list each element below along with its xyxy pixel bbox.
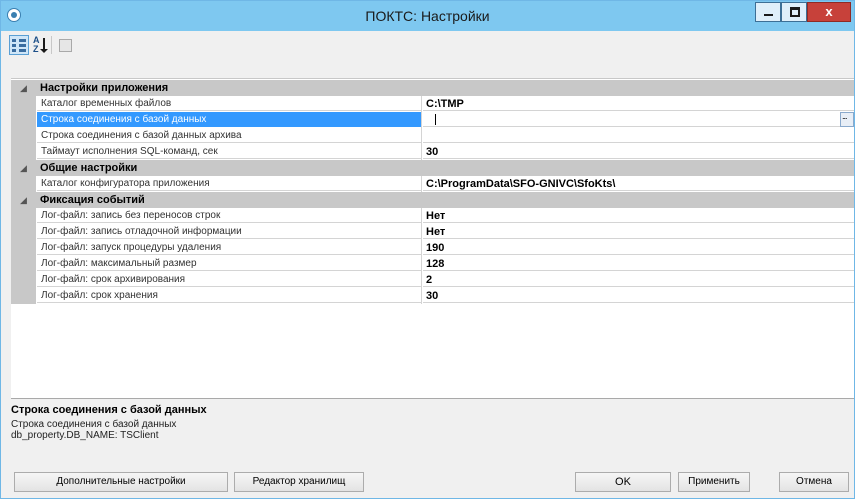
row-gutter	[11, 112, 36, 128]
property-value[interactable]: 30	[423, 144, 854, 159]
property-value[interactable]: C:\TMP	[423, 96, 854, 111]
dialog-buttons: Дополнительные настройки Редактор хранил…	[1, 464, 854, 498]
property-grid-toolbar: A Z	[5, 33, 845, 57]
property-name[interactable]: Таймаут исполнения SQL-команд, сек	[37, 144, 421, 159]
categorized-view-button[interactable]	[9, 35, 29, 55]
property-value[interactable]: Нет	[423, 224, 854, 239]
property-name[interactable]: Каталог временных файлов	[37, 96, 421, 111]
category-label: Общие настройки	[40, 162, 138, 174]
text-caret	[435, 114, 436, 125]
title-bar[interactable]: ПОКТС: Настройки x	[1, 1, 854, 31]
storage-editor-button[interactable]: Редактор хранилищ	[234, 472, 364, 492]
property-name[interactable]: Строка соединения с базой данных	[37, 112, 421, 127]
description-property-id: db_property.DB_NAME: TSClient	[11, 430, 159, 441]
category-row[interactable]: ◢ Общие настройки	[11, 160, 854, 176]
property-name[interactable]: Лог-файл: запись без переносов строк	[37, 208, 421, 223]
description-panel: Строка соединения с базой данных Строка …	[11, 398, 854, 457]
property-name[interactable]: Лог-файл: срок архивирования	[37, 272, 421, 287]
description-text: Строка соединения с базой данных	[11, 419, 177, 430]
row-gutter	[11, 96, 36, 112]
property-row[interactable]: Каталог временных файлов C:\TMP	[11, 96, 854, 112]
connection-string-input[interactable]	[423, 112, 854, 127]
property-value[interactable]: Нет	[423, 208, 854, 223]
property-row[interactable]: Лог-файл: срок хранения 30	[11, 288, 854, 304]
close-icon: x	[825, 4, 833, 19]
row-gutter	[11, 128, 36, 144]
property-value[interactable]: 128	[423, 256, 854, 271]
column-divider[interactable]	[421, 240, 422, 256]
property-row[interactable]: Каталог конфигуратора приложения C:\Progr…	[11, 176, 854, 192]
row-gutter	[11, 224, 36, 240]
apply-button[interactable]: Применить	[678, 472, 750, 492]
close-button[interactable]: x	[807, 2, 851, 22]
row-gutter	[11, 144, 36, 160]
column-divider[interactable]	[421, 176, 422, 192]
property-name[interactable]: Лог-файл: запись отладочной информации	[37, 224, 421, 239]
row-gutter	[11, 240, 36, 256]
property-name[interactable]: Строка соединения с базой данных архива	[37, 128, 421, 143]
property-row[interactable]: Лог-файл: запуск процедуры удаления 190	[11, 240, 854, 256]
property-row[interactable]: Строка соединения с базой данных архива	[11, 128, 854, 144]
property-value[interactable]	[423, 128, 854, 143]
column-divider[interactable]	[421, 96, 422, 112]
property-row[interactable]: Лог-файл: срок архивирования 2	[11, 272, 854, 288]
maximize-button[interactable]	[781, 2, 807, 22]
category-label: Фиксация событий	[40, 194, 145, 206]
alphabetical-sort-button[interactable]: A Z	[31, 35, 51, 55]
description-title: Строка соединения с базой данных	[11, 404, 207, 416]
property-name[interactable]: Лог-файл: запуск процедуры удаления	[37, 240, 421, 255]
property-value[interactable]: C:\ProgramData\SFO-GNIVC\SfoKts\	[423, 176, 854, 191]
category-label: Настройки приложения	[40, 82, 169, 94]
property-value[interactable]: 2	[423, 272, 854, 287]
ok-button[interactable]: OK	[575, 472, 671, 492]
collapse-icon[interactable]: ◢	[20, 163, 27, 173]
property-pages-button[interactable]	[55, 35, 75, 55]
property-value[interactable]: 190	[423, 240, 854, 255]
column-divider[interactable]	[421, 128, 422, 144]
property-row[interactable]: Таймаут исполнения SQL-команд, сек 30	[11, 144, 854, 160]
row-gutter	[11, 256, 36, 272]
column-divider[interactable]	[421, 272, 422, 288]
property-row[interactable]: Лог-файл: запись отладочной информации Не…	[11, 224, 854, 240]
collapse-icon[interactable]: ◢	[20, 83, 27, 93]
minimize-button[interactable]	[755, 2, 781, 22]
browse-ellipsis-button[interactable]	[840, 111, 854, 127]
row-gutter	[11, 208, 36, 224]
settings-window: ПОКТС: Настройки x A Z ◢ Настройки прилож…	[0, 0, 855, 499]
column-divider[interactable]	[421, 288, 422, 304]
column-divider[interactable]	[421, 112, 422, 128]
column-divider[interactable]	[421, 144, 422, 160]
property-grid: ◢ Настройки приложения Каталог временных ф…	[11, 78, 854, 398]
category-row[interactable]: ◢ Фиксация событий	[11, 192, 854, 208]
property-row[interactable]: Лог-файл: максимальный размер 128	[11, 256, 854, 272]
property-row[interactable]: Лог-файл: запись без переносов строк Нет	[11, 208, 854, 224]
category-row[interactable]: ◢ Настройки приложения	[11, 80, 854, 96]
property-name[interactable]: Каталог конфигуратора приложения	[37, 176, 421, 191]
row-gutter	[11, 272, 36, 288]
extra-settings-button[interactable]: Дополнительные настройки	[14, 472, 228, 492]
property-value[interactable]: 30	[423, 288, 854, 303]
column-divider[interactable]	[421, 256, 422, 272]
sort-arrow-icon	[40, 38, 48, 53]
column-divider[interactable]	[421, 208, 422, 224]
row-gutter	[11, 288, 36, 304]
property-name[interactable]: Лог-файл: максимальный размер	[37, 256, 421, 271]
property-name[interactable]: Лог-файл: срок хранения	[37, 288, 421, 303]
property-row[interactable]: Строка соединения с базой данных	[11, 111, 854, 128]
column-divider[interactable]	[421, 224, 422, 240]
row-gutter	[11, 176, 36, 192]
collapse-icon[interactable]: ◢	[20, 195, 27, 205]
window-title: ПОКТС: Настройки	[365, 8, 490, 24]
cancel-button[interactable]: Отмена	[779, 472, 849, 492]
toolbar-separator	[51, 36, 52, 54]
